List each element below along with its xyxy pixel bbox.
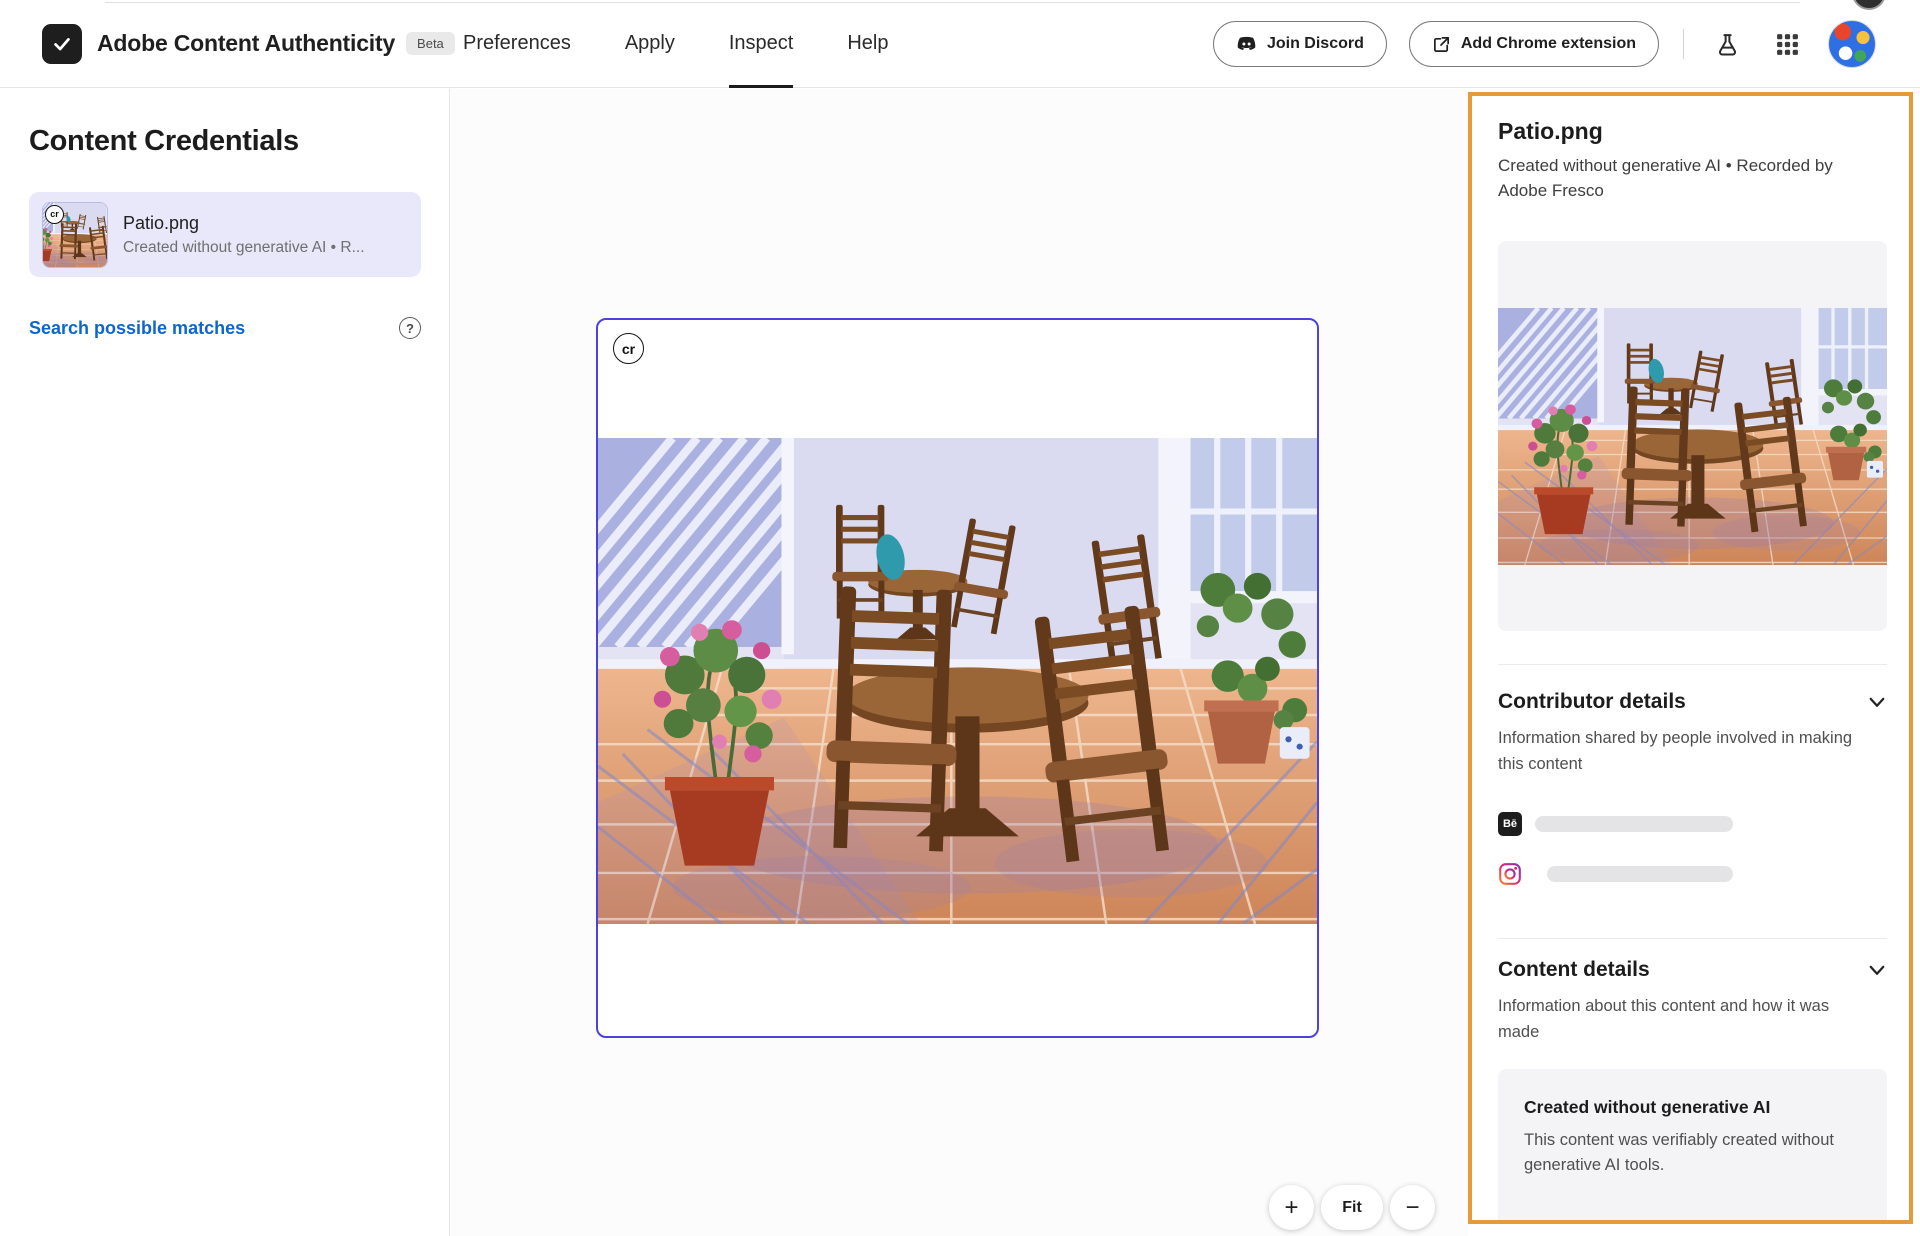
top-nav-bar: Adobe Content Authenticity Beta Preferen… [0, 0, 1920, 88]
nav-inspect[interactable]: Inspect [729, 0, 793, 88]
add-chrome-extension-button[interactable]: Add Chrome extension [1409, 21, 1659, 67]
details-file-name: Patio.png [1498, 118, 1603, 145]
content-details-title: Content details [1498, 958, 1650, 982]
adobe-content-authenticity-logo-icon [42, 24, 82, 64]
join-discord-button[interactable]: Join Discord [1213, 21, 1387, 67]
instagram-link-row [1498, 862, 1733, 886]
redacted-name-placeholder [1547, 866, 1733, 882]
details-subtitle: Created without generative AI • Recorded… [1498, 154, 1856, 203]
join-discord-label: Join Discord [1267, 35, 1364, 53]
nav-apply[interactable]: Apply [625, 0, 675, 88]
patio-artwork [598, 438, 1317, 924]
credential-subtitle: Created without generative AI • R... [123, 239, 365, 257]
chevron-down-icon[interactable] [1867, 960, 1887, 980]
details-panel: Patio.png Created without generative AI … [1468, 92, 1913, 1224]
chevron-down-icon[interactable] [1867, 692, 1887, 712]
contributor-details-title: Contributor details [1498, 690, 1686, 714]
instagram-icon[interactable] [1498, 862, 1522, 886]
contributor-details-description: Information shared by people involved in… [1498, 726, 1863, 777]
behance-icon[interactable]: Bē [1498, 812, 1522, 836]
search-matches-row: Search possible matches ? [29, 317, 421, 339]
content-details-header[interactable]: Content details [1498, 958, 1887, 982]
content-credentials-sidebar: Content Credentials cr Patio.png Created… [0, 89, 450, 1236]
beta-badge: Beta [406, 32, 455, 55]
credential-thumbnail: cr [42, 202, 108, 268]
inspected-image-card[interactable]: cr [596, 318, 1319, 1038]
brand: Adobe Content Authenticity Beta [42, 24, 455, 64]
app-root: Adobe Content Authenticity Beta Preferen… [0, 0, 1920, 1236]
help-icon[interactable]: ? [399, 317, 421, 339]
credential-list-item-patio[interactable]: cr Patio.png Created without generative … [29, 192, 421, 277]
app-title: Adobe Content Authenticity [97, 30, 395, 57]
zoom-out-button[interactable]: − [1390, 1185, 1435, 1230]
no-generative-ai-card: Created without generative AI This conte… [1498, 1069, 1887, 1224]
labs-beaker-icon-button[interactable] [1708, 25, 1746, 63]
topbar-actions: Join Discord Add Chrome extension [1213, 0, 1876, 88]
zoom-fit-button[interactable]: Fit [1321, 1185, 1383, 1230]
zoom-in-button[interactable]: + [1269, 1185, 1314, 1230]
section-divider [1498, 664, 1887, 665]
add-chrome-extension-label: Add Chrome extension [1461, 35, 1636, 53]
cr-badge-icon: cr [45, 205, 64, 224]
cr-badge-icon[interactable]: cr [613, 333, 644, 364]
redacted-name-placeholder [1535, 816, 1733, 832]
open-external-icon [1432, 35, 1451, 54]
behance-link-row: Bē [1498, 812, 1733, 836]
discord-icon [1236, 36, 1257, 52]
credential-text: Patio.png Created without generative AI … [123, 213, 365, 257]
credential-file-name: Patio.png [123, 213, 365, 234]
no-generative-ai-card-title: Created without generative AI [1524, 1097, 1861, 1118]
nav-preferences[interactable]: Preferences [463, 0, 571, 88]
search-possible-matches-link[interactable]: Search possible matches [29, 318, 245, 339]
topbar-divider [1683, 29, 1684, 59]
user-avatar[interactable] [1828, 20, 1876, 68]
details-image-preview [1498, 241, 1887, 631]
section-divider [1498, 938, 1887, 939]
nav-help[interactable]: Help [847, 0, 888, 88]
primary-nav: Preferences Apply Inspect Help [463, 0, 889, 88]
apps-grid-icon-button[interactable] [1768, 25, 1806, 63]
content-details-description: Information about this content and how i… [1498, 994, 1850, 1045]
contributor-details-header[interactable]: Contributor details [1498, 690, 1887, 714]
sidebar-title: Content Credentials [29, 125, 420, 158]
inspect-canvas: cr + Fit − [451, 89, 1468, 1236]
zoom-controls: + Fit − [1269, 1185, 1435, 1230]
no-generative-ai-card-body: This content was verifiably created with… [1524, 1128, 1854, 1178]
